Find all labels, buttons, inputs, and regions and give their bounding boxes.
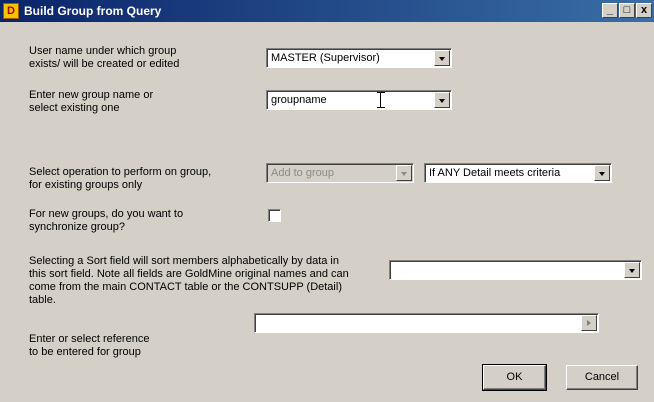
sort-field-label: Selecting a Sort field will sort members… xyxy=(29,255,349,306)
cancel-button[interactable]: Cancel xyxy=(566,365,638,390)
maximize-button[interactable]: □ xyxy=(619,3,635,18)
operation-label: Select operation to perform on group, fo… xyxy=(29,166,212,191)
sort-field-dropdown[interactable] xyxy=(389,260,642,280)
group-name-label: Enter new group name or select existing … xyxy=(29,89,154,114)
window-title: Build Group from Query xyxy=(24,4,162,18)
operation-dropdown: Add to group xyxy=(266,163,414,183)
synchronize-checkbox[interactable] xyxy=(268,209,281,222)
operation-value: Add to group xyxy=(271,167,334,179)
dialog-body: User name under which group exists/ will… xyxy=(0,22,654,402)
text-cursor-icon xyxy=(377,92,385,108)
reference-combobox[interactable] xyxy=(254,313,599,333)
minimize-button[interactable]: _ xyxy=(602,3,618,18)
chevron-down-icon[interactable] xyxy=(434,92,450,108)
title-bar[interactable]: D Build Group from Query _ □ x xyxy=(0,0,654,22)
synchronize-label: For new groups, do you want to synchroni… xyxy=(29,208,184,233)
criteria-dropdown[interactable]: If ANY Detail meets criteria xyxy=(424,163,612,183)
chevron-down-icon[interactable] xyxy=(434,50,450,66)
criteria-value: If ANY Detail meets criteria xyxy=(429,167,561,179)
ok-button[interactable]: OK xyxy=(482,364,547,391)
chevron-down-icon[interactable] xyxy=(624,262,640,278)
chevron-down-icon xyxy=(396,165,412,181)
user-name-label: User name under which group exists/ will… xyxy=(29,45,180,70)
user-name-dropdown[interactable]: MASTER (Supervisor) xyxy=(266,48,452,68)
group-name-combobox[interactable]: groupname xyxy=(266,90,452,110)
chevron-down-icon[interactable] xyxy=(594,165,610,181)
group-name-value: groupname xyxy=(271,94,327,106)
window-controls: _ □ x xyxy=(602,3,652,18)
close-button[interactable]: x xyxy=(636,3,652,18)
user-name-value: MASTER (Supervisor) xyxy=(271,52,380,64)
chevron-right-icon[interactable] xyxy=(581,315,597,331)
app-icon[interactable]: D xyxy=(3,3,19,19)
reference-label: Enter or select reference to be entered … xyxy=(29,333,150,358)
